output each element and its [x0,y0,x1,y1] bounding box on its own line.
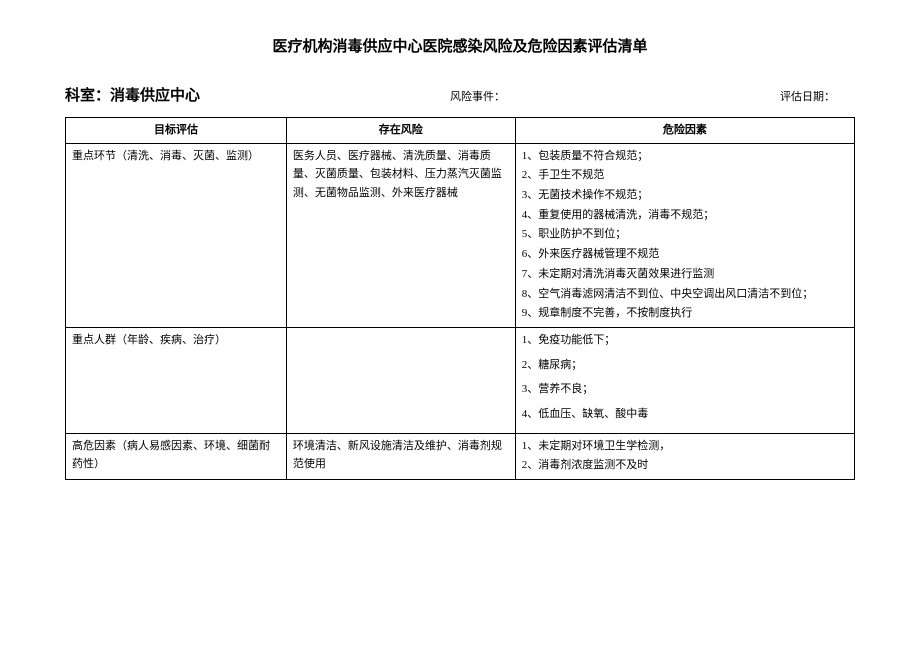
cell-factors: 1、包装质量不符合规范； 2、手卫生不规范 3、无菌技术操作不规范； 4、重复使… [515,143,854,327]
table-row: 重点人群（年龄、疾病、治疗） 1、免疫功能低下； 2、糖尿病； 3、营养不良； … [66,327,855,433]
cell-target: 重点人群（年龄、疾病、治疗） [66,327,287,433]
factor-item: 4、低血压、缺氧、酸中毒 [522,405,848,424]
department-label: 科室：消毒供应中心 [65,84,200,105]
factor-item: 2、手卫生不规范 [522,166,848,185]
factor-item: 3、营养不良； [522,380,848,399]
factor-item: 1、免疫功能低下； [522,331,848,350]
factor-item: 3、无菌技术操作不规范； [522,186,848,205]
factor-item: 2、糖尿病； [522,356,848,375]
header-factors: 危险因素 [515,118,854,144]
assessment-date-label: 评估日期： [780,88,835,104]
cell-factors: 1、未定期对环境卫生学检测， 2、消毒剂浓度监测不及时 [515,433,854,479]
factor-item: 6、外来医疗器械管理不规范 [522,245,848,264]
factor-item: 4、重复使用的器械清洗，消毒不规范； [522,206,848,225]
cell-target: 高危因素（病人易感因素、环境、细菌耐药性） [66,433,287,479]
cell-risk: 环境清洁、新风设施清洁及维护、消毒剂规范使用 [286,433,515,479]
cell-factors: 1、免疫功能低下； 2、糖尿病； 3、营养不良； 4、低血压、缺氧、酸中毒 [515,327,854,433]
factor-item: 8、空气消毒滤网清洁不到位、中央空调出风口清洁不到位； [522,285,848,304]
cell-target: 重点环节（清洗、消毒、灭菌、监测） [66,143,287,327]
header-line: 科室：消毒供应中心 风险事件： 评估日期： [65,84,855,105]
factor-item: 1、包装质量不符合规范； [522,147,848,166]
factor-item: 9、规章制度不完善，不按制度执行 [522,304,848,323]
factor-item: 7、未定期对清洗消毒灭菌效果进行监测 [522,265,848,284]
factor-item: 5、职业防护不到位； [522,225,848,244]
cell-risk: 医务人员、医疗器械、清洗质量、消毒质量、灭菌质量、包装材料、压力蒸汽灭菌监测、无… [286,143,515,327]
assessment-table: 目标评估 存在风险 危险因素 重点环节（清洗、消毒、灭菌、监测） 医务人员、医疗… [65,117,855,480]
document-title: 医疗机构消毒供应中心医院感染风险及危险因素评估清单 [65,35,855,56]
table-row: 重点环节（清洗、消毒、灭菌、监测） 医务人员、医疗器械、清洗质量、消毒质量、灭菌… [66,143,855,327]
cell-risk [286,327,515,433]
table-row: 高危因素（病人易感因素、环境、细菌耐药性） 环境清洁、新风设施清洁及维护、消毒剂… [66,433,855,479]
factor-item: 1、未定期对环境卫生学检测， [522,437,848,456]
risk-event-label: 风险事件： [450,88,505,104]
factor-item: 2、消毒剂浓度监测不及时 [522,456,848,475]
header-target: 目标评估 [66,118,287,144]
table-header-row: 目标评估 存在风险 危险因素 [66,118,855,144]
header-risk: 存在风险 [286,118,515,144]
